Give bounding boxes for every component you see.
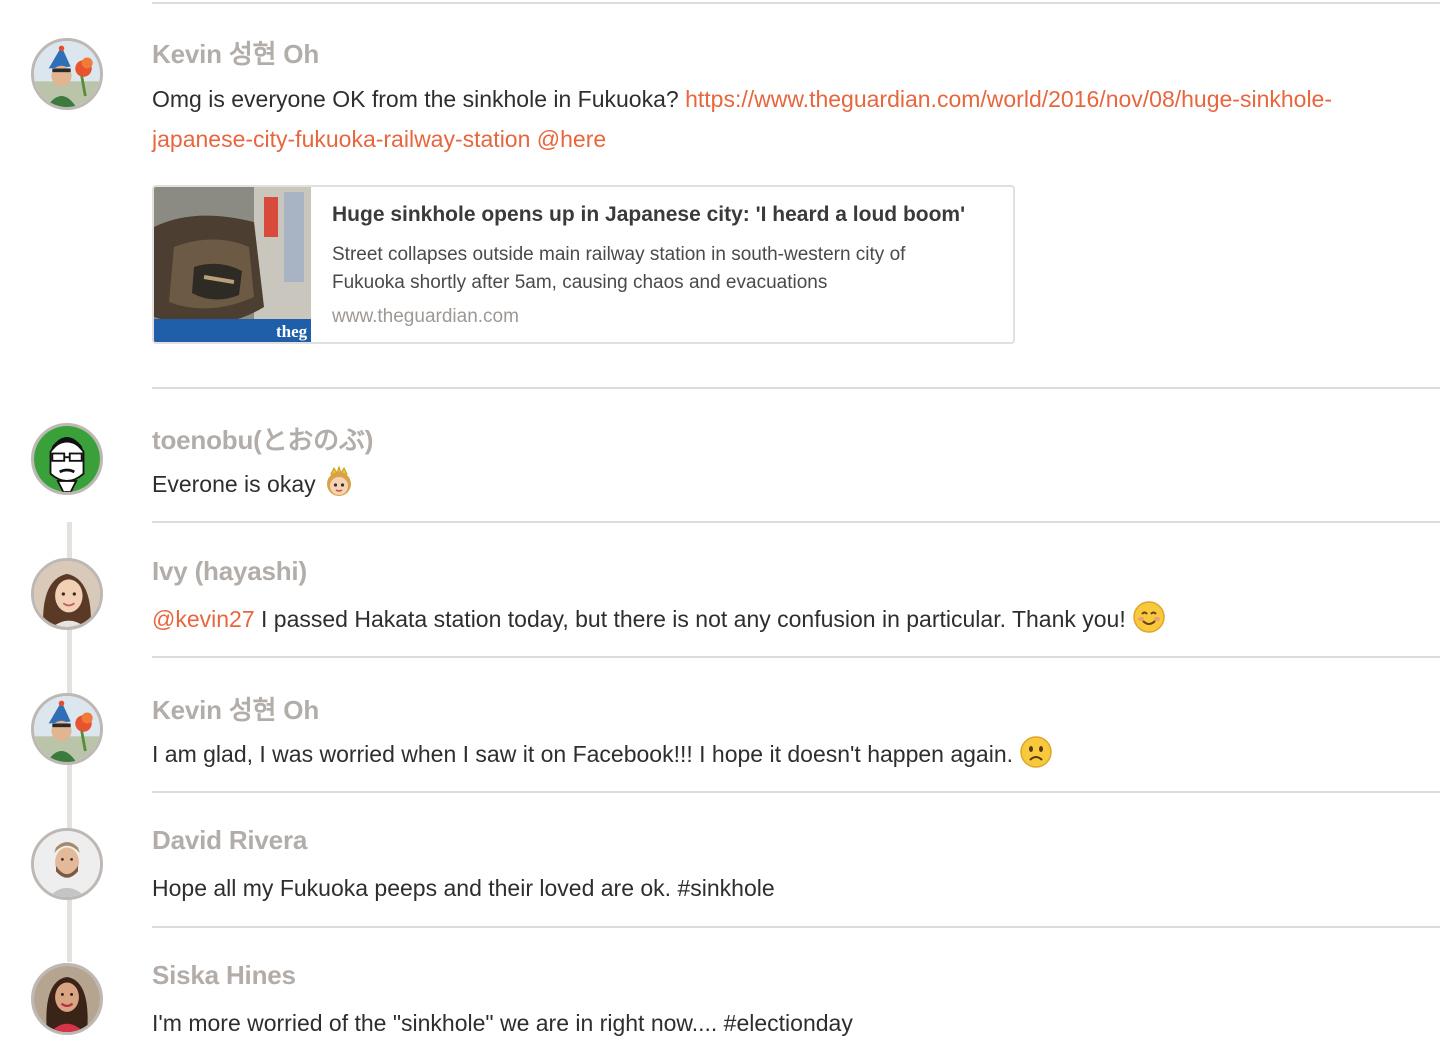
princess-emoji-icon [322, 465, 356, 499]
avatar-siska-icon[interactable] [31, 963, 103, 1035]
message-item: David Rivera Hope all my Fukuoka peeps a… [0, 792, 1440, 927]
message-text: I'm more worried of the "sinkhole" we ar… [152, 1003, 1400, 1043]
message-text-content: Everone is okay [152, 471, 316, 497]
smiling-face-emoji-icon [1132, 600, 1166, 634]
author-name[interactable]: Kevin 성현 Oh [152, 34, 319, 71]
guardian-watermark: theg [276, 322, 308, 341]
message-text: Hope all my Fukuoka peeps and their love… [152, 868, 1400, 908]
message-text-content: I'm more worried of the "sinkhole" we ar… [152, 1010, 853, 1036]
message-item: Kevin 성현 Oh Omg is everyone OK from the … [0, 0, 1440, 388]
message-text-content: Omg is everyone OK from the sinkhole in … [152, 86, 686, 112]
frowning-face-emoji-icon [1019, 735, 1053, 769]
link-preview-description: Street collapses outside main railway st… [332, 244, 906, 293]
message-text: I am glad, I was worried when I saw it o… [152, 734, 1400, 774]
link-preview-title[interactable]: Huge sinkhole opens up in Japanese city:… [332, 203, 965, 227]
link-preview-domain[interactable]: www.theguardian.com [332, 306, 519, 328]
author-name[interactable]: Kevin 성현 Oh [152, 690, 319, 727]
avatar-kevin-icon[interactable] [31, 38, 103, 110]
avatar-kevin-icon[interactable] [31, 693, 103, 765]
avatar-david-icon[interactable] [31, 828, 103, 900]
message-text-content: I am glad, I was worried when I saw it o… [152, 741, 1014, 767]
message-item: Ivy (hayashi) @kevin27 I passed Hakata s… [0, 522, 1440, 657]
message-item: Kevin 성현 Oh I am glad, I was worried whe… [0, 657, 1440, 792]
message-text: @kevin27 I passed Hakata station today, … [152, 599, 1400, 639]
message-text: Omg is everyone OK from the sinkhole in … [152, 79, 1400, 159]
author-name[interactable]: Siska Hines [152, 960, 296, 991]
author-name[interactable]: Ivy (hayashi) [152, 556, 307, 587]
message-item: Siska Hines I'm more worried of the "sin… [0, 927, 1440, 1052]
avatar-ivy-icon[interactable] [31, 558, 103, 630]
avatar-toenobu-icon[interactable] [31, 423, 103, 495]
link-preview-thumbnail: theg [154, 187, 311, 342]
mention-here[interactable]: @here [537, 126, 606, 152]
message-text: Everone is okay [152, 464, 1400, 504]
author-name[interactable]: David Rivera [152, 825, 307, 856]
message-text-content: I passed Hakata station today, but there… [254, 606, 1126, 632]
message-text-content: Hope all my Fukuoka peeps and their love… [152, 875, 775, 901]
message-item: toenobu(とおのぶ) Everone is okay [0, 388, 1440, 522]
author-name[interactable]: toenobu(とおのぶ) [152, 420, 373, 457]
link-preview-card[interactable]: theg Huge sinkhole opens up in Japanese … [152, 185, 1015, 344]
mention-user[interactable]: @kevin27 [152, 606, 255, 632]
